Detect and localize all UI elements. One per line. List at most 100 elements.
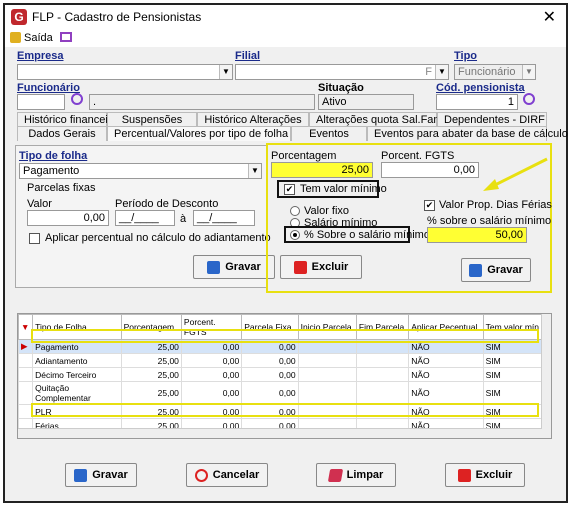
table-cell[interactable]: NÃO: [408, 353, 484, 368]
aplicar-label: Aplicar percentual no cálculo do adianta…: [45, 232, 271, 244]
table-cell[interactable]: 0,00: [241, 367, 299, 382]
tab-dados-gerais[interactable]: Dados Gerais: [17, 126, 107, 141]
pct-sobre-label: % sobre o salário mínimo: [427, 215, 552, 227]
chevron-down-icon[interactable]: ▼: [248, 164, 261, 178]
filial-label: Filial: [235, 50, 261, 62]
empresa-field[interactable]: ▼: [17, 64, 233, 80]
parcelas-fixas-label: Parcelas fixas: [27, 182, 96, 194]
table-cell[interactable]: [355, 367, 410, 382]
limpar-button[interactable]: Limpar: [316, 463, 396, 487]
prop-dias-label: Valor Prop. Dias Férias: [439, 199, 552, 211]
empresa-label: Empresa: [17, 50, 64, 62]
row-indicator: [18, 367, 34, 382]
table-cell[interactable]: 25,00: [120, 367, 182, 382]
table-row[interactable]: Adiantamento 25,00 0,00 0,00 NÃO SIM: [18, 353, 543, 368]
gravar-left-button[interactable]: Gravar: [193, 255, 275, 279]
vertical-scrollbar[interactable]: [541, 314, 551, 438]
chevron-down-icon[interactable]: ▼: [219, 65, 232, 79]
table-cell[interactable]: [297, 353, 357, 368]
chevron-down-icon[interactable]: ▼: [435, 65, 448, 79]
trash-icon: [457, 468, 471, 482]
chevron-down-icon[interactable]: ▼: [522, 65, 535, 79]
tabs-bottom-row: Dados Gerais Percentual/Valores por tipo…: [17, 126, 568, 141]
cancel-icon: [194, 468, 208, 482]
gravar-right-button[interactable]: Gravar: [461, 258, 531, 282]
tipo-select[interactable]: Funcionário ▼: [454, 64, 536, 80]
table-cell[interactable]: SIM: [482, 381, 543, 405]
row-indicator: [18, 353, 34, 368]
tab-alteracoes-quota[interactable]: Alterações quota Sal.Fam.: [309, 112, 446, 127]
pct-sobre-field[interactable]: 50,00: [427, 227, 527, 243]
table-cell[interactable]: NÃO: [408, 367, 484, 382]
tab-suspensoes[interactable]: Suspensões: [107, 112, 197, 127]
table-cell[interactable]: 0,00: [180, 381, 243, 405]
periodo-a-label: à: [180, 213, 187, 225]
cod-pensionista-field[interactable]: 1: [436, 94, 518, 110]
tipo-folha-label: Tipo de folha: [19, 150, 88, 162]
tem-valor-checkbox[interactable]: ✔: [284, 184, 295, 195]
close-icon[interactable]: ✕: [543, 7, 556, 27]
funcionario-code-field[interactable]: [17, 94, 65, 110]
valor-field[interactable]: 0,00: [27, 210, 109, 226]
row-indicator: [18, 381, 34, 405]
exit-menu-item[interactable]: Saída: [24, 32, 53, 44]
radio-sobre-salario[interactable]: [290, 230, 300, 240]
lock-icon: [10, 32, 21, 43]
tab-eventos-abater[interactable]: Eventos para abater da base de cálculo: [367, 126, 568, 141]
table-cell[interactable]: 0,00: [180, 353, 243, 368]
tipo-label: Tipo: [454, 50, 478, 62]
periodo-from-field[interactable]: __/____: [115, 210, 175, 226]
table-cell[interactable]: [355, 381, 410, 405]
horizontal-scrollbar[interactable]: [18, 428, 542, 438]
table-cell[interactable]: 0,00: [180, 367, 243, 382]
situacao-field: Ativo: [318, 94, 414, 110]
table-row[interactable]: Décimo Terceiro 25,00 0,00 0,00 NÃO SIM: [18, 367, 543, 382]
funcionario-name-field: .: [89, 94, 315, 110]
sobre-salario-label: % Sobre o salário mínimo: [304, 229, 430, 241]
tab-historico-alteracoes[interactable]: Histórico Alterações: [197, 112, 309, 127]
table-cell[interactable]: NÃO: [408, 381, 484, 405]
porcentagem-label: Porcentagem: [271, 150, 337, 162]
excluir-button[interactable]: Excluir: [445, 463, 525, 487]
table-cell[interactable]: Décimo Terceiro: [32, 367, 122, 382]
table-cell[interactable]: SIM: [482, 367, 543, 382]
table-cell[interactable]: Adiantamento: [32, 353, 122, 368]
window-title: FLP - Cadastro de Pensionistas: [32, 10, 202, 24]
save-icon: [469, 263, 483, 277]
periodo-to-field[interactable]: __/____: [193, 210, 255, 226]
annotation-yellow-box: [31, 329, 539, 343]
tipo-folha-select[interactable]: Pagamento ▼: [19, 163, 262, 179]
search-icon[interactable]: [523, 93, 535, 105]
table-cell[interactable]: 0,00: [241, 381, 299, 405]
tab-dependentes-dirf[interactable]: Dependentes - DIRF: [437, 112, 547, 127]
search-icon[interactable]: [71, 93, 83, 105]
tab-percentual-valores[interactable]: Percentual/Valores por tipo de folha: [107, 126, 291, 141]
table-cell[interactable]: Quitação Complementar: [32, 381, 122, 405]
monitor-icon[interactable]: [60, 32, 72, 42]
table-cell[interactable]: 0,00: [241, 353, 299, 368]
annotation-arrow-icon: [483, 157, 548, 191]
valor-fixo-label: Valor fixo: [304, 205, 350, 217]
table-cell[interactable]: 25,00: [120, 381, 182, 405]
situacao-label: Situação: [318, 82, 364, 94]
cod-pensionista-label: Cód. pensionista: [436, 82, 525, 94]
porcentagem-field[interactable]: 25,00: [271, 162, 373, 178]
aplicar-checkbox[interactable]: [29, 233, 40, 244]
eraser-icon: [327, 468, 343, 482]
prop-dias-checkbox[interactable]: ✔: [424, 200, 435, 211]
table-cell[interactable]: [297, 367, 357, 382]
filial-field[interactable]: F ▼: [235, 64, 449, 80]
table-cell[interactable]: [297, 381, 357, 405]
tab-eventos[interactable]: Eventos: [291, 126, 367, 141]
table-row[interactable]: Quitação Complementar 25,00 0,00 0,00 NÃO SIM: [18, 381, 543, 405]
tab-historico-financeiro[interactable]: Histórico financeiro: [17, 112, 118, 127]
radio-valor-fixo[interactable]: [290, 206, 300, 216]
table-cell[interactable]: [355, 353, 410, 368]
title-bar: G FLP - Cadastro de Pensionistas ✕: [5, 5, 566, 29]
fgts-field[interactable]: 0,00: [381, 162, 479, 178]
fgts-label: Porcent. FGTS: [381, 150, 455, 162]
table-cell[interactable]: SIM: [482, 353, 543, 368]
cancelar-button[interactable]: Cancelar: [186, 463, 268, 487]
table-cell[interactable]: 25,00: [120, 353, 182, 368]
gravar-button[interactable]: Gravar: [65, 463, 137, 487]
